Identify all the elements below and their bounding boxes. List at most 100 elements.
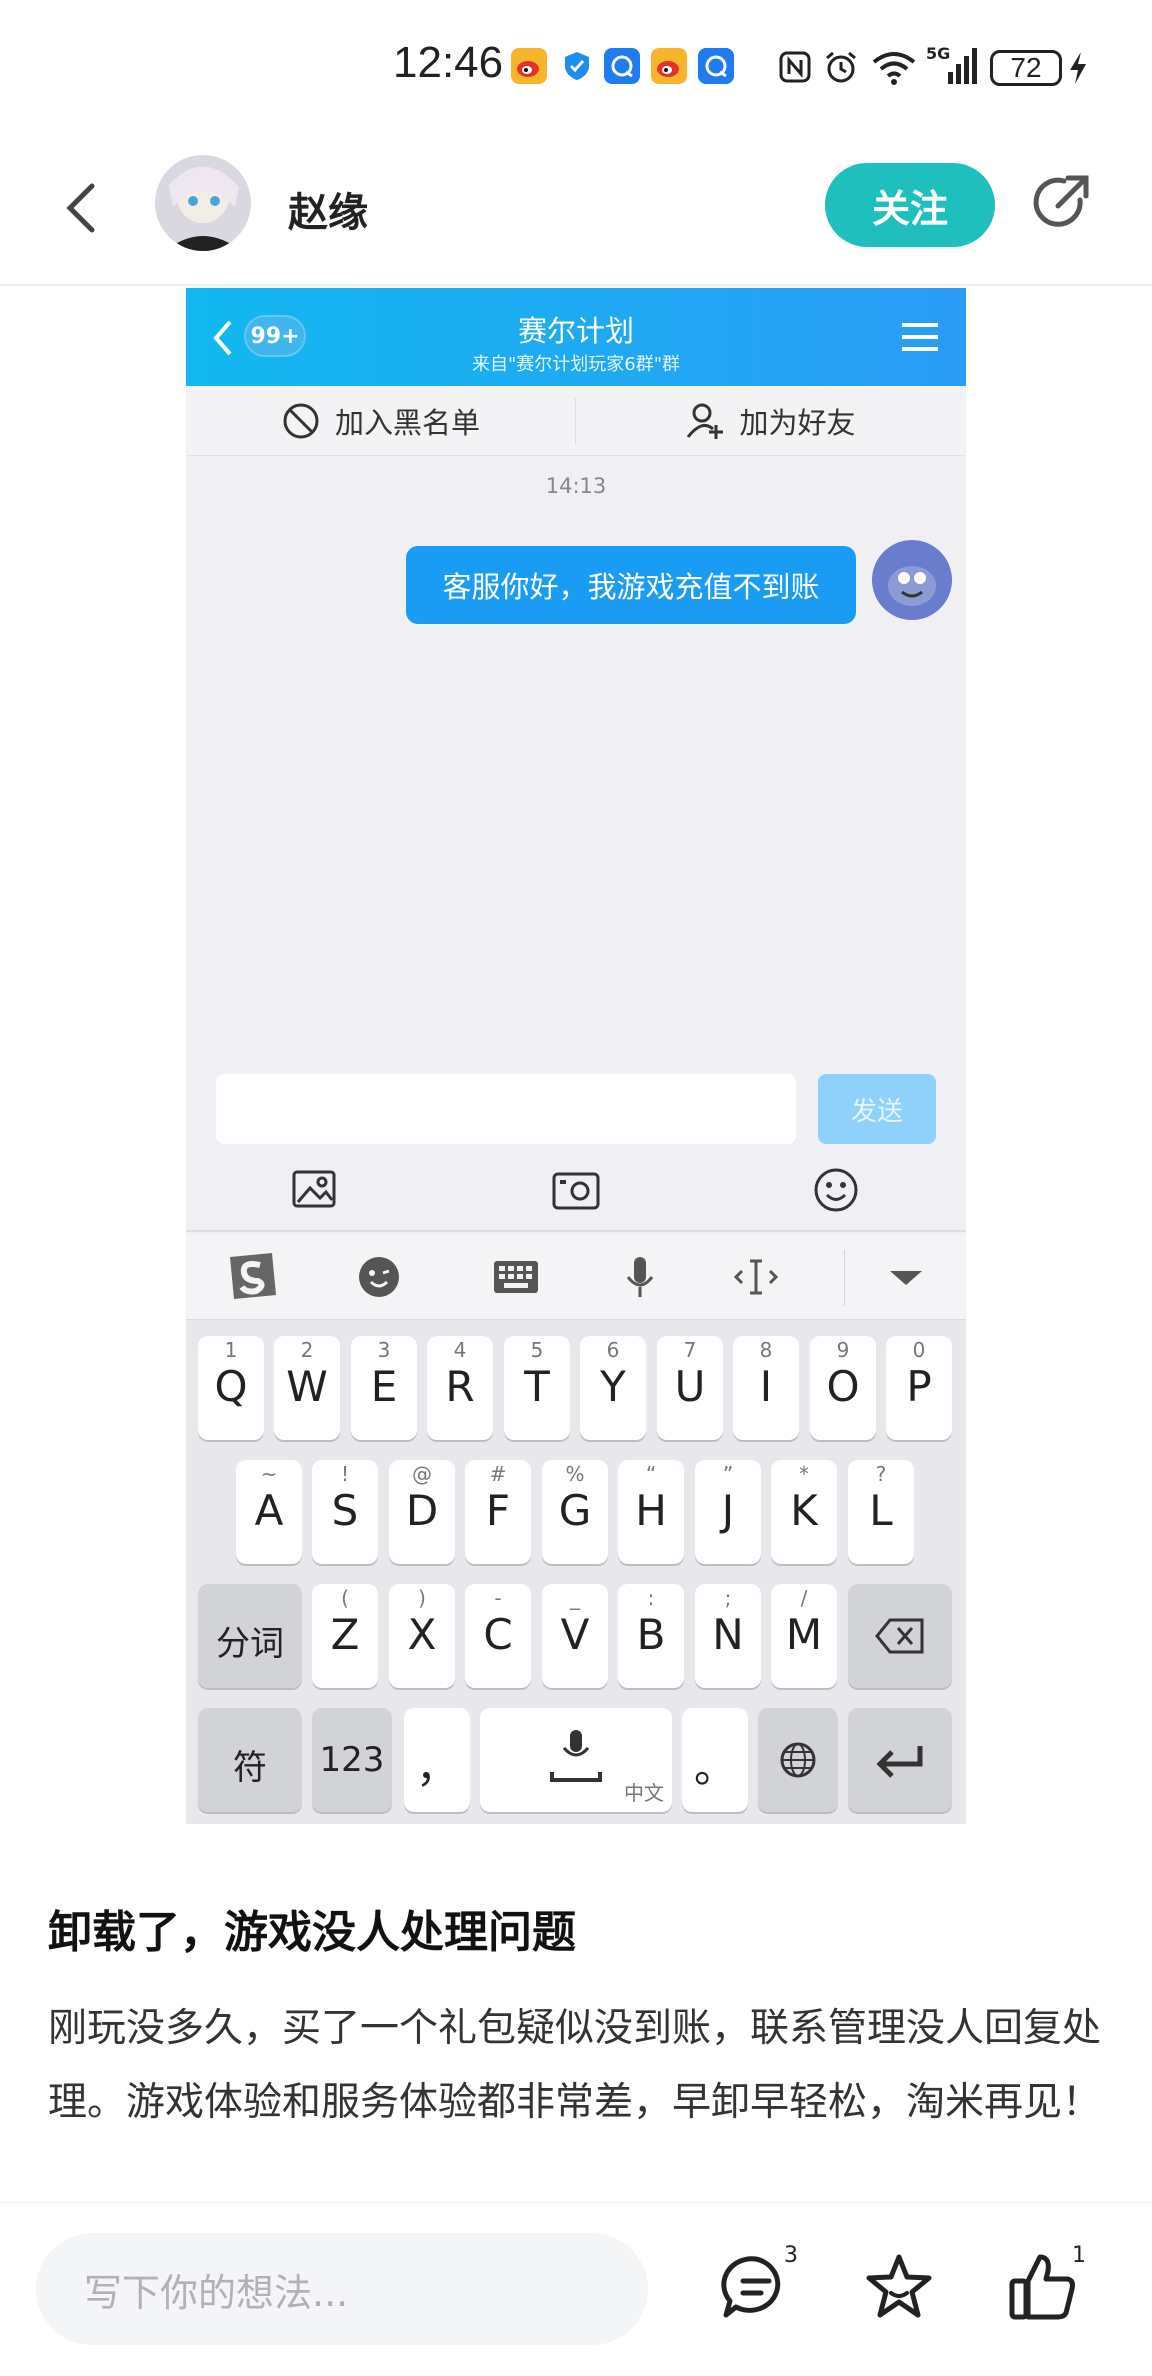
signal-icon: 5G: [926, 44, 982, 86]
post-header: 赵缘 关注: [0, 140, 1152, 286]
key-i: 8I: [733, 1336, 799, 1440]
message-icon: [604, 48, 640, 84]
charging-icon: [1066, 50, 1090, 86]
key-p: 0P: [886, 1336, 952, 1440]
key-j: ” J: [695, 1460, 761, 1564]
message-icon: [698, 48, 734, 84]
chat-title: 赛尔计划: [517, 314, 634, 348]
comment-input[interactable]: 写下你的想法...: [36, 2233, 648, 2345]
key-e: 3E: [351, 1336, 417, 1440]
nfc-icon: [778, 50, 812, 84]
key-f: # F: [465, 1460, 531, 1564]
key-d: @ D: [389, 1460, 455, 1564]
comment-icon[interactable]: [718, 2249, 794, 2325]
blacklist-label: 加入黑名单: [334, 406, 480, 440]
key-y: 6Y: [580, 1336, 646, 1440]
send-button: 发送: [818, 1074, 936, 1144]
emoticon-icon: [349, 1247, 409, 1307]
sender-avatar: [872, 540, 952, 620]
comment-count: 3: [784, 2243, 798, 2268]
backspace-icon: [875, 1618, 924, 1654]
key-r: 4R: [427, 1336, 493, 1440]
message-timestamp: 14:13: [545, 474, 607, 498]
status-time: 12:46: [393, 38, 504, 87]
menu-icon: [902, 320, 938, 354]
shield-icon: [559, 48, 595, 84]
key-o: 9O: [810, 1336, 876, 1440]
chat-actionbar: 加入黑名单 加为好友: [186, 386, 966, 456]
follow-button[interactable]: 关注: [825, 163, 995, 247]
key-n: ; N: [695, 1584, 761, 1688]
block-icon: [283, 403, 319, 439]
share-icon[interactable]: [1028, 170, 1094, 236]
back-icon[interactable]: [54, 178, 114, 238]
chat-input-row: 发送: [186, 1058, 966, 1148]
chat-subtitle: 来自"赛尔计划玩家6群"群: [471, 354, 680, 375]
image-icon: [284, 1160, 344, 1220]
key-backspace: [848, 1584, 952, 1688]
post-image[interactable]: 99+ 赛尔计划 来自"赛尔计划玩家6群"群 加入黑名单 加为好友 14:13 …: [186, 288, 966, 1824]
bottom-action-bar: 写下你的想法... 3 1: [0, 2202, 1152, 2376]
key-enter: [848, 1708, 952, 1812]
space-hint: 中文: [624, 1781, 664, 1805]
chat-titlebar: 99+ 赛尔计划 来自"赛尔计划玩家6群"群: [186, 288, 966, 386]
battery-indicator: 72: [990, 50, 1062, 86]
key-symbol: 符: [198, 1708, 302, 1812]
weibo-icon: [511, 48, 547, 84]
key-h: “H: [618, 1460, 684, 1564]
wifi-icon: [870, 46, 918, 86]
key-b: :B: [618, 1584, 684, 1688]
key-space: 中文: [480, 1708, 672, 1812]
like-icon[interactable]: [1004, 2249, 1080, 2325]
key-period: 。: [682, 1708, 748, 1812]
globe-icon: [780, 1742, 816, 1778]
keyboard: 1Q 2W 3E 4R 5T 6Y 7U 8I 9O 0P ~ A ! S @ D #…: [186, 1320, 966, 1824]
key-q: 1Q: [198, 1336, 264, 1440]
key-language: [758, 1708, 838, 1812]
key-v: _ V: [542, 1584, 608, 1688]
add-user-icon: [687, 403, 724, 439]
key-s: ! S: [312, 1460, 378, 1564]
cursor-move-icon: [726, 1247, 786, 1307]
key-c: -C: [465, 1584, 531, 1688]
collapse-keyboard-icon: [876, 1247, 936, 1307]
author-avatar[interactable]: [155, 155, 251, 251]
key-g: % G: [542, 1460, 608, 1564]
key-t: 5T: [504, 1336, 570, 1440]
ime-toolbar: [186, 1234, 966, 1320]
alarm-icon: [822, 48, 860, 86]
favorite-icon[interactable]: [861, 2249, 937, 2325]
microphone-icon: [610, 1247, 670, 1307]
key-k: * K: [771, 1460, 837, 1564]
key-a: ~ A: [236, 1460, 302, 1564]
add-friend-label: 加为好友: [739, 406, 856, 440]
key-l: ? L: [848, 1460, 914, 1564]
blacklist-action: 加入黑名单: [186, 386, 575, 456]
message-bubble: 客服你好，我游戏充值不到账: [406, 546, 856, 624]
status-bar: 12:46 5G 72: [0, 0, 1152, 135]
key-segment: 分词: [198, 1584, 302, 1688]
post-title: 卸载了，游戏没人处理问题: [48, 1907, 576, 1958]
key-w: 2W: [274, 1336, 340, 1440]
author-name[interactable]: 赵缘: [288, 180, 368, 238]
divider: [844, 1250, 845, 1306]
space-mic-icon: [550, 1730, 602, 1782]
text-fade: [0, 2140, 1152, 2202]
key-numbers: 123: [312, 1708, 392, 1812]
key-m: / M: [771, 1584, 837, 1688]
keyboard-icon: [486, 1247, 546, 1307]
post-body: 刚玩没多久，买了一个礼包疑似没到账，联系管理没人回复处理。游戏体验和服务体验都非…: [48, 2006, 1102, 2125]
weibo-icon: [651, 48, 687, 84]
chat-tool-row: [186, 1148, 966, 1232]
add-friend-action: 加为好友: [576, 386, 965, 456]
message-input: [216, 1074, 796, 1144]
like-count: 1: [1072, 2243, 1086, 2268]
key-z: (Z: [312, 1584, 378, 1688]
key-x: ) X: [389, 1584, 455, 1688]
key-comma: ，: [404, 1708, 470, 1812]
enter-icon: [876, 1746, 923, 1778]
camera-icon: [546, 1160, 606, 1220]
key-u: 7U: [657, 1336, 723, 1440]
emoji-icon: [806, 1160, 866, 1220]
sogou-logo-icon: [222, 1247, 282, 1307]
